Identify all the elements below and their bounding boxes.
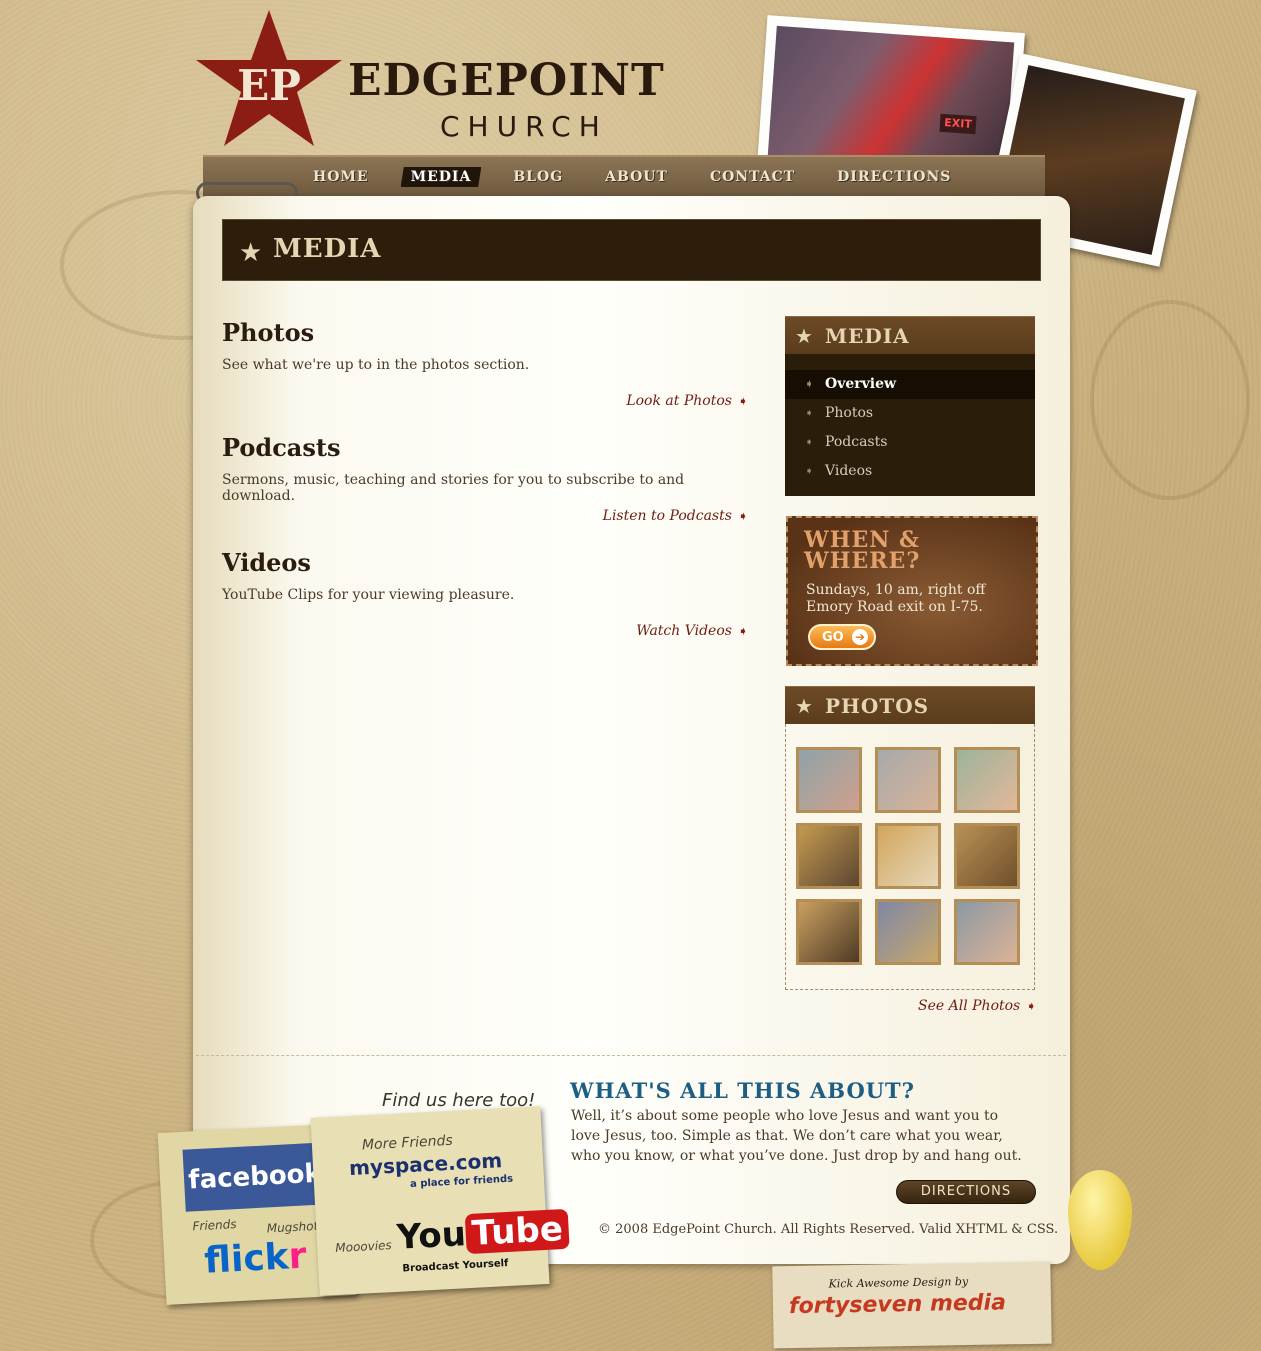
photo-thumbnail[interactable] <box>875 823 941 889</box>
arrow-bullet-icon: ➧ <box>805 437 814 448</box>
photo-thumbnail[interactable] <box>954 823 1020 889</box>
section-title: Videos <box>222 548 311 577</box>
credit-small-text: Kick Awesome Design by <box>828 1275 969 1291</box>
watch-videos-link[interactable]: Watch Videos ➧ <box>636 623 748 639</box>
sidebar-item-overview[interactable]: ➧ Overview <box>785 370 1035 399</box>
section-title: Podcasts <box>222 433 341 462</box>
youtube-tube: Tube <box>464 1208 570 1255</box>
flickr-r: r <box>287 1235 308 1278</box>
sidebar-item-label: Podcasts <box>825 434 888 450</box>
link-label: See All Photos <box>918 998 1021 1014</box>
videos-section: Videos YouTube Clips for your viewing pl… <box>222 548 752 648</box>
photo-thumbnail[interactable] <box>796 823 862 889</box>
link-label: Watch Videos <box>636 623 732 639</box>
go-label: GO <box>822 630 844 645</box>
section-text: Sermons, music, teaching and stories for… <box>222 472 685 504</box>
more-friends-label: More Friends <box>361 1132 454 1154</box>
arrow-circle-icon: ➔ <box>852 629 868 645</box>
credit-main-text: fortyseven media <box>788 1290 1007 1320</box>
facebook-link[interactable]: facebook <box>182 1142 328 1212</box>
section-title: Photos <box>222 318 315 347</box>
site-title[interactable]: EDGEPOINT <box>348 55 665 106</box>
photo-thumbnail[interactable] <box>875 747 941 813</box>
sidebar-item-podcasts[interactable]: ➧ Podcasts <box>785 428 1035 457</box>
exit-sign: EXIT <box>939 113 977 135</box>
nav-media[interactable]: MEDIA <box>400 167 482 187</box>
when-where-text: Sundays, 10 am, right off Emory Road exi… <box>806 582 986 615</box>
star-icon: ★ <box>795 324 813 348</box>
sidebar-photos-header: ★ PHOTOS <box>785 686 1035 724</box>
directions-button[interactable]: DIRECTIONS <box>896 1180 1036 1204</box>
sidebar-media-title: MEDIA <box>825 324 910 348</box>
about-title: WHAT'S ALL THIS ABOUT? <box>570 1078 915 1103</box>
look-at-photos-link[interactable]: Look at Photos ➧ <box>626 393 748 409</box>
photo-thumbnail[interactable] <box>875 899 941 965</box>
arrow-right-icon: ➧ <box>737 624 748 638</box>
arrow-right-icon: ➧ <box>737 394 748 408</box>
logo-monogram: EP <box>237 61 301 110</box>
arrow-right-icon: ➧ <box>737 509 748 523</box>
youtube-you: You <box>395 1214 467 1258</box>
star-icon: ★ <box>795 694 813 718</box>
when-where-box: WHEN & WHERE? Sundays, 10 am, right off E… <box>786 516 1038 666</box>
section-text: See what we're up to in the photos secti… <box>222 357 530 373</box>
sidebar-item-photos[interactable]: ➧ Photos <box>785 399 1035 428</box>
footer-divider <box>196 1055 1066 1056</box>
sidebar-item-label: Photos <box>825 405 874 421</box>
flickr-main: flick <box>203 1236 290 1282</box>
arrow-bullet-icon: ➧ <box>805 408 814 419</box>
flickr-link[interactable]: flickr <box>203 1236 307 1282</box>
when-where-title: WHEN & WHERE? <box>804 529 921 574</box>
main-nav: HOME MEDIA BLOG ABOUT CONTACT DIRECTIONS <box>203 155 1045 197</box>
sidebar-item-label: Videos <box>825 463 873 479</box>
arrow-bullet-icon: ➧ <box>805 379 814 390</box>
youtube-tagline: Broadcast Yourself <box>402 1257 509 1275</box>
sidebar-item-videos[interactable]: ➧ Videos <box>785 457 1035 486</box>
nav-contact[interactable]: CONTACT <box>700 167 805 187</box>
link-label: Look at Photos <box>626 393 732 409</box>
photos-section: Photos See what we're up to in the photo… <box>222 318 752 418</box>
sidebar-media-header: ★ MEDIA <box>785 316 1035 354</box>
design-credit[interactable]: Kick Awesome Design by fortyseven media <box>772 1261 1052 1349</box>
friends-label: Friends <box>192 1217 237 1234</box>
link-label: Listen to Podcasts <box>602 508 732 524</box>
nav-home[interactable]: HOME <box>303 167 379 187</box>
section-text: YouTube Clips for your viewing pleasure. <box>222 587 515 603</box>
mooovies-label: Mooovies <box>334 1238 393 1256</box>
arrow-right-icon: ➧ <box>1026 999 1037 1013</box>
guitar-pick-decoration <box>1068 1170 1132 1270</box>
arrow-bullet-icon: ➧ <box>805 466 814 477</box>
site-subtitle: CHURCH <box>440 110 608 143</box>
nav-directions[interactable]: DIRECTIONS <box>827 167 961 187</box>
star-icon: ★ <box>239 238 263 268</box>
photo-thumbnail[interactable] <box>954 899 1020 965</box>
sidebar-media-menu: ➧ Overview ➧ Photos ➧ Podcasts ➧ Videos <box>785 354 1035 496</box>
nav-about[interactable]: ABOUT <box>595 167 678 187</box>
page-title-bar: ★ MEDIA <box>222 219 1041 281</box>
about-text: Well, it’s about some people who love Je… <box>571 1108 1022 1164</box>
sidebar-item-label: Overview <box>825 376 897 392</box>
social-note-right: More Friends myspace.com a place for fri… <box>310 1106 570 1296</box>
page-title: MEDIA <box>273 234 382 264</box>
youtube-link[interactable]: You Tube <box>395 1208 570 1258</box>
go-button[interactable]: GO ➔ <box>808 624 876 650</box>
photo-thumbnail[interactable] <box>796 747 862 813</box>
see-all-photos-link[interactable]: See All Photos ➧ <box>918 998 1036 1014</box>
photo-thumbnail[interactable] <box>796 899 862 965</box>
listen-to-podcasts-link[interactable]: Listen to Podcasts ➧ <box>603 508 748 524</box>
background-swirl <box>1090 300 1250 500</box>
podcasts-section: Podcasts Sermons, music, teaching and st… <box>222 433 752 533</box>
nav-blog[interactable]: BLOG <box>503 167 573 187</box>
sidebar-photos-title: PHOTOS <box>825 694 930 718</box>
photo-thumbnail[interactable] <box>954 747 1020 813</box>
logo-star-icon[interactable]: EP <box>194 8 344 153</box>
when-title-line: WHERE? <box>804 548 921 574</box>
copyright: © 2008 EdgePoint Church. All Rights Rese… <box>598 1222 1059 1237</box>
